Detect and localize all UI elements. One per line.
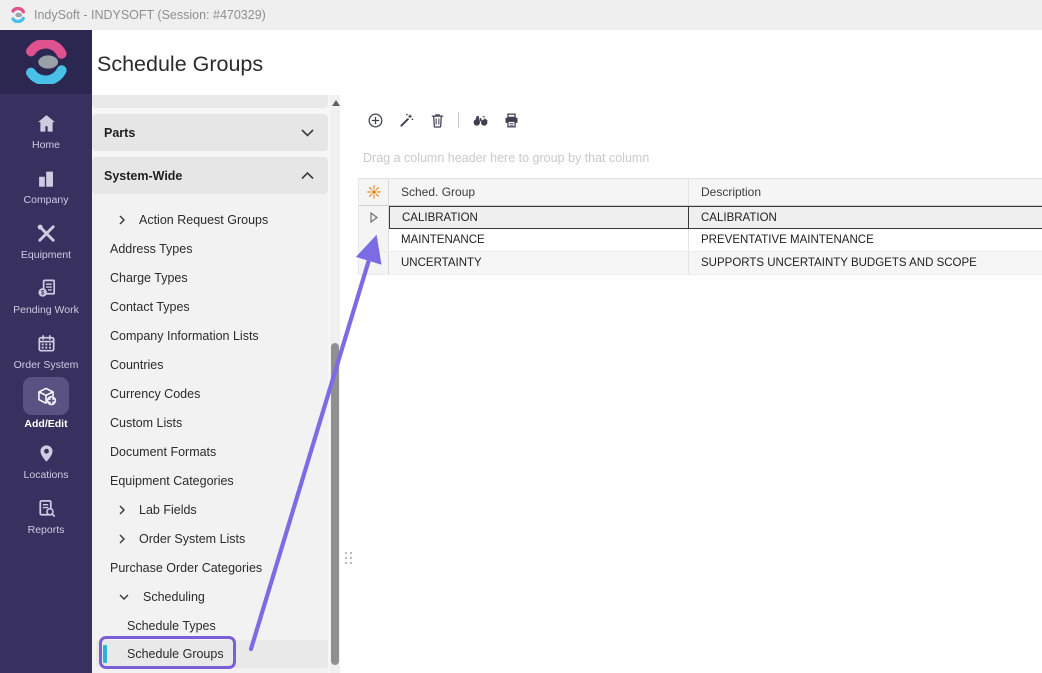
printer-icon[interactable] [500, 109, 522, 131]
cell-description: PREVENTATIVE MAINTENANCE [689, 229, 1042, 251]
nav-items-region: Action Request Groups Address Types Char… [92, 194, 328, 673]
sidebar-item-company[interactable]: Company [0, 159, 92, 213]
sidebar-logo-block [0, 30, 92, 94]
page-title: Schedule Groups [97, 52, 263, 77]
binoculars-icon[interactable] [469, 109, 491, 131]
row-selector-cell[interactable] [359, 229, 389, 251]
nav-panel-scrollbar-thumb[interactable] [331, 343, 339, 665]
nav-item-countries[interactable]: Countries [92, 350, 328, 379]
order-system-icon [34, 332, 58, 356]
schedule-groups-grid: Sched. Group Description CALIBRATION CAL… [358, 178, 1042, 275]
chevron-right-icon[interactable] [119, 534, 125, 544]
equipment-icon [34, 222, 58, 246]
nav-item-company-information-lists[interactable]: Company Information Lists [92, 321, 328, 350]
chevron-down-icon [301, 129, 314, 137]
add-edit-icon [23, 377, 69, 415]
nav-item-custom-lists[interactable]: Custom Lists [92, 408, 328, 437]
sidebar-item-equipment[interactable]: Equipment [0, 214, 92, 268]
grid-row-calibration[interactable]: CALIBRATION CALIBRATION [359, 206, 1042, 229]
chevron-right-icon[interactable] [119, 215, 125, 225]
row-selector-cell[interactable] [359, 252, 389, 274]
grid-toolbar [364, 108, 522, 132]
group-by-drop-zone: Drag a column header here to group by th… [363, 151, 649, 165]
reports-icon [34, 497, 58, 521]
sun-icon [367, 185, 381, 199]
panel-splitter-handle[interactable] [345, 552, 355, 569]
nav-item-lab-fields[interactable]: Lab Fields [92, 495, 328, 524]
nav-item-schedule-groups[interactable]: Schedule Groups [92, 640, 328, 668]
nav-item-order-system-lists[interactable]: Order System Lists [92, 524, 328, 553]
grid-row-uncertainty[interactable]: UNCERTAINTY SUPPORTS UNCERTAINTY BUDGETS… [359, 252, 1042, 275]
chevron-down-icon[interactable] [119, 594, 129, 600]
nav-item-schedule-types[interactable]: Schedule Types [92, 611, 328, 640]
chevron-up-icon [301, 172, 314, 180]
nav-item-currency-codes[interactable]: Currency Codes [92, 379, 328, 408]
cell-sched-group: CALIBRATION [389, 206, 689, 229]
accordion-header-system-wide[interactable]: System-Wide [92, 157, 328, 194]
cell-sched-group: UNCERTAINTY [389, 252, 689, 274]
sidebar-item-reports[interactable]: Reports [0, 489, 92, 543]
window-title: IndySoft - INDYSOFT (Session: #470329) [34, 8, 266, 22]
nav-item-action-request-groups[interactable]: Action Request Groups [92, 205, 328, 234]
auto-filter-header-cell[interactable] [359, 179, 389, 205]
nav-item-purchase-order-categories[interactable]: Purchase Order Categories [92, 553, 328, 582]
indysoft-logo-icon [24, 40, 68, 84]
grid-row-maintenance[interactable]: MAINTENANCE PREVENTATIVE MAINTENANCE [359, 229, 1042, 252]
row-selector-cell[interactable] [359, 206, 389, 229]
app-window: IndySoft - INDYSOFT (Session: #470329) H… [0, 0, 1042, 673]
sidebar-item-pending-work[interactable]: $ Pending Work [0, 269, 92, 323]
column-header-description[interactable]: Description [689, 179, 1042, 205]
sidebar-item-order-system[interactable]: Order System [0, 324, 92, 378]
nav-item-scheduling[interactable]: Scheduling [92, 582, 328, 611]
nav-item-contact-types[interactable]: Contact Types [92, 292, 328, 321]
nav-panel: Parts System-Wide Action Request Groups … [92, 95, 340, 673]
sidebar: Home Company Equipment [0, 30, 92, 673]
sidebar-item-add-edit[interactable]: Add/Edit [0, 376, 92, 430]
sidebar-item-home[interactable]: Home [0, 104, 92, 158]
locations-icon [34, 442, 58, 466]
add-circle-icon[interactable] [364, 109, 386, 131]
chevron-right-icon[interactable] [119, 505, 125, 515]
accordion-header-parts[interactable]: Parts [92, 114, 328, 151]
cell-description: SUPPORTS UNCERTAINTY BUDGETS AND SCOPE [689, 252, 1042, 274]
grid-header-row: Sched. Group Description [359, 179, 1042, 206]
nav-item-address-types[interactable]: Address Types [92, 234, 328, 263]
home-icon [34, 112, 58, 136]
column-header-sched-group[interactable]: Sched. Group [389, 179, 689, 205]
nav-panel-scrolled-header [92, 95, 328, 108]
pending-work-icon: $ [34, 277, 58, 301]
scrollbar-up-arrow[interactable] [332, 100, 340, 106]
title-bar: IndySoft - INDYSOFT (Session: #470329) [0, 0, 1042, 30]
svg-text:$: $ [40, 290, 44, 297]
trash-icon[interactable] [426, 109, 448, 131]
nav-item-document-formats[interactable]: Document Formats [92, 437, 328, 466]
magic-wand-icon[interactable] [395, 109, 417, 131]
toolbar-separator [458, 112, 459, 128]
indysoft-logo-icon [10, 7, 26, 23]
cell-sched-group: MAINTENANCE [389, 229, 689, 251]
nav-item-charge-types[interactable]: Charge Types [92, 263, 328, 292]
cell-description: CALIBRATION [689, 206, 1042, 229]
sidebar-item-locations[interactable]: Locations [0, 434, 92, 488]
nav-item-equipment-categories[interactable]: Equipment Categories [92, 466, 328, 495]
row-expander-icon[interactable] [370, 212, 378, 223]
company-icon [34, 167, 58, 191]
